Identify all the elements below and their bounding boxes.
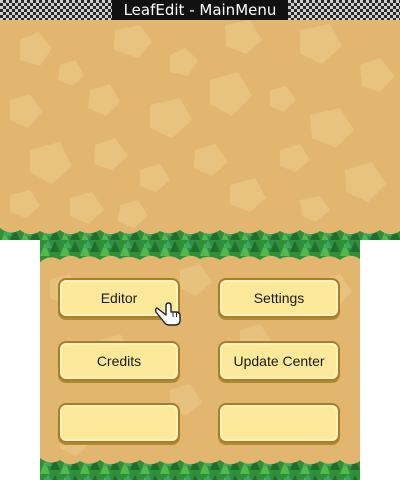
bottom-screen: Editor Settings Credits Update Center [40, 240, 360, 480]
update-center-button[interactable]: Update Center [218, 341, 340, 381]
empty-button-left[interactable] [58, 403, 180, 443]
sand-pentagon-pattern [10, 20, 395, 228]
window-title: LeafEdit - MainMenu [112, 0, 288, 20]
title-bar: LeafEdit - MainMenu [0, 0, 400, 20]
grass-strip-bottom-bottom [40, 458, 360, 480]
empty-button-right[interactable] [218, 403, 340, 443]
settings-button[interactable]: Settings [218, 278, 340, 318]
grass-strip-bottom-top [40, 240, 360, 262]
update-center-button-label: Update Center [233, 353, 325, 369]
pointer-hand-icon [155, 302, 181, 326]
editor-button-label: Editor [100, 290, 138, 306]
top-screen [0, 20, 400, 240]
credits-button-label: Credits [96, 353, 142, 369]
settings-button-label: Settings [253, 290, 305, 306]
credits-button[interactable]: Credits [58, 341, 180, 381]
grass-strip-top [0, 228, 400, 240]
